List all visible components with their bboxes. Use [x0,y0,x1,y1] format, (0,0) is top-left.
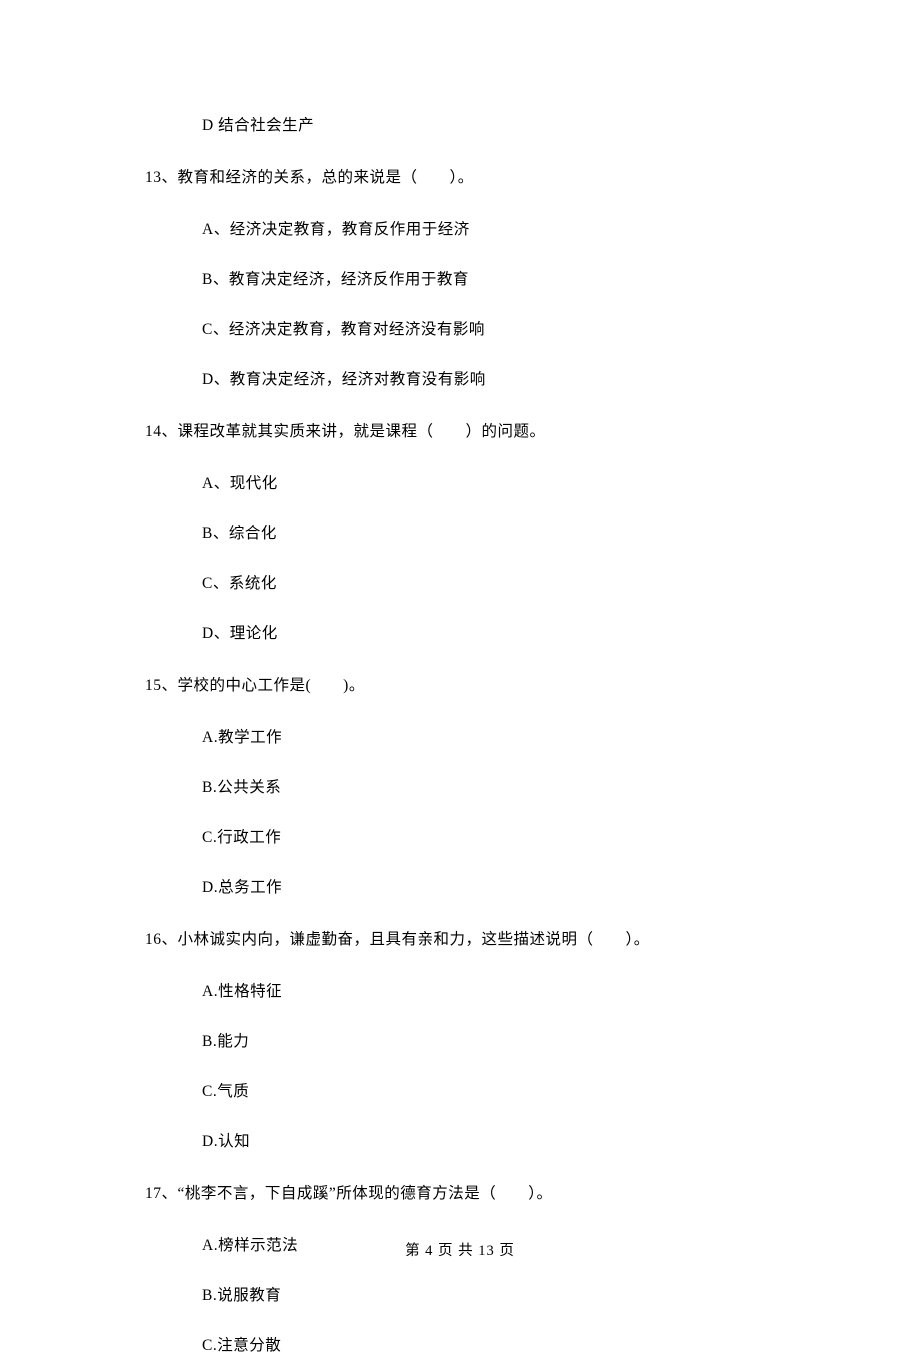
option-c: C、经济决定教育，教育对经济没有影响 [202,317,775,339]
option-c: C.气质 [202,1079,775,1101]
question-stem: 14、课程改革就其实质来讲，就是课程（ ）的问题。 [145,419,775,441]
option-b: B、教育决定经济，经济反作用于教育 [202,267,775,289]
option-a: A.教学工作 [202,725,775,747]
question-stem: 16、小林诚实内向，谦虚勤奋，且具有亲和力，这些描述说明（ ）。 [145,927,775,949]
question-13: 13、教育和经济的关系，总的来说是（ ）。 A、经济决定教育，教育反作用于经济 … [145,165,775,389]
option-c: C、系统化 [202,571,775,593]
option-d: D、理论化 [202,621,775,643]
option-d: D.认知 [202,1129,775,1151]
option-list: A、经济决定教育，教育反作用于经济 B、教育决定经济，经济反作用于教育 C、经济… [202,217,775,389]
option-a: A.性格特征 [202,979,775,1001]
orphan-option: D 结合社会生产 [202,113,775,135]
question-14: 14、课程改革就其实质来讲，就是课程（ ）的问题。 A、现代化 B、综合化 C、… [145,419,775,643]
question-stem: 15、学校的中心工作是( )。 [145,673,775,695]
option-list: A、现代化 B、综合化 C、系统化 D、理论化 [202,471,775,643]
option-b: B.公共关系 [202,775,775,797]
option-b: B、综合化 [202,521,775,543]
option-a: A、现代化 [202,471,775,493]
option-b: B.能力 [202,1029,775,1051]
option-c: C.注意分散 [202,1333,775,1355]
option-c: C.行政工作 [202,825,775,847]
question-16: 16、小林诚实内向，谦虚勤奋，且具有亲和力，这些描述说明（ ）。 A.性格特征 … [145,927,775,1151]
page-footer: 第 4 页 共 13 页 [0,1239,920,1260]
option-list: A.性格特征 B.能力 C.气质 D.认知 [202,979,775,1151]
question-stem: 13、教育和经济的关系，总的来说是（ ）。 [145,165,775,187]
question-15: 15、学校的中心工作是( )。 A.教学工作 B.公共关系 C.行政工作 D.总… [145,673,775,897]
option-list: A.教学工作 B.公共关系 C.行政工作 D.总务工作 [202,725,775,897]
page-content: D 结合社会生产 13、教育和经济的关系，总的来说是（ ）。 A、经济决定教育，… [0,0,920,1355]
question-17: 17、“桃李不言，下自成蹊”所体现的德育方法是（ ）。 A.榜样示范法 B.说服… [145,1181,775,1355]
option-d: D.总务工作 [202,875,775,897]
option-d: D、教育决定经济，经济对教育没有影响 [202,367,775,389]
question-stem: 17、“桃李不言，下自成蹊”所体现的德育方法是（ ）。 [145,1181,775,1203]
option-a: A、经济决定教育，教育反作用于经济 [202,217,775,239]
